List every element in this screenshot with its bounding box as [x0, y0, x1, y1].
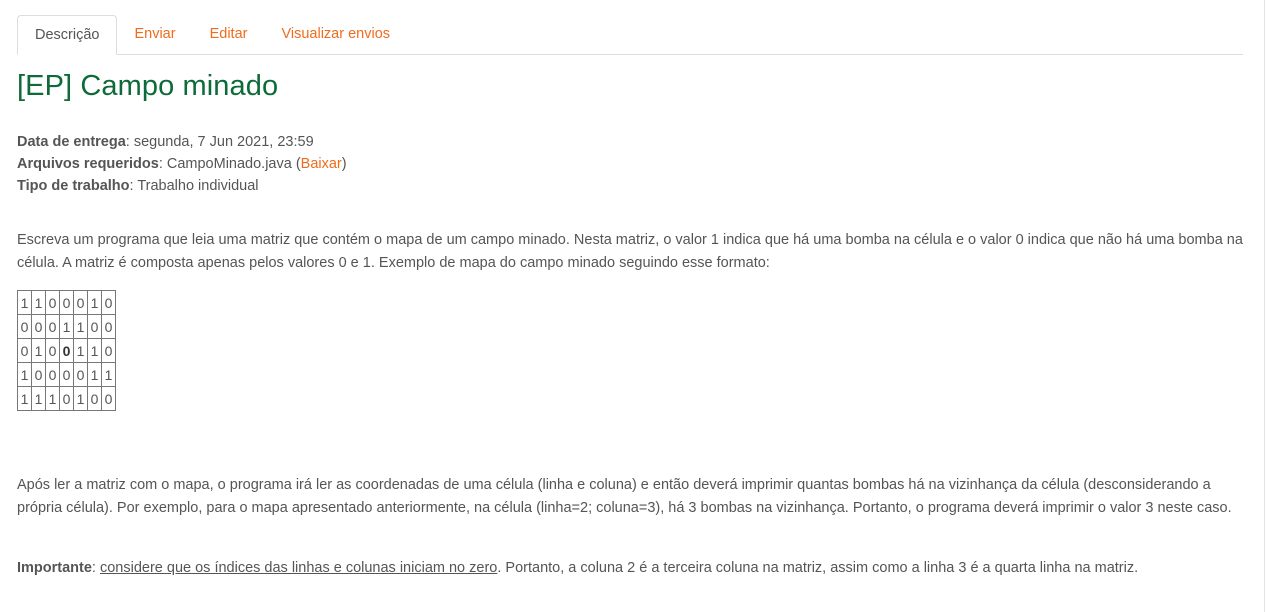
matrix-cell: 0	[17, 314, 32, 339]
due-date-label: Data de entrega	[17, 134, 126, 150]
matrix-cell: 0	[17, 338, 32, 363]
matrix-cell: 0	[45, 314, 60, 339]
matrix-cell: 1	[17, 386, 32, 411]
matrix-row: 1110100	[17, 386, 116, 411]
important-label: Importante	[17, 560, 92, 576]
tab-visualizar-envios[interactable]: Visualizar envios	[264, 15, 407, 54]
matrix-cell: 1	[31, 386, 46, 411]
instructions-paragraph: Após ler a matriz com o mapa, o programa…	[17, 477, 1232, 516]
important-separator: :	[91, 560, 100, 576]
due-date-row: Data de entrega: segunda, 7 Jun 2021, 23…	[17, 131, 347, 153]
matrix-cell: 1	[73, 386, 88, 411]
matrix-cell: 1	[73, 314, 88, 339]
matrix-cell: 0	[101, 314, 116, 339]
matrix-cell: 0	[73, 362, 88, 387]
tab-editar[interactable]: Editar	[193, 15, 265, 54]
matrix-cell: 1	[101, 362, 116, 387]
matrix-cell: 1	[87, 338, 102, 363]
matrix-cell: 0	[59, 290, 74, 315]
required-files-value: : CampoMinado.java (	[158, 156, 301, 172]
matrix-cell: 0	[45, 338, 60, 363]
matrix-cell: 0	[101, 290, 116, 315]
matrix-cell: 1	[87, 290, 102, 315]
download-link[interactable]: Baixar	[301, 156, 342, 172]
important-underlined-text: considere que os índices das linhas e co…	[99, 560, 498, 576]
matrix-cell: 1	[31, 338, 46, 363]
matrix-cell: 1	[17, 362, 32, 387]
tab-enviar[interactable]: Enviar	[117, 15, 192, 54]
matrix-cell: 0	[59, 362, 74, 387]
matrix-cell: 0	[45, 290, 60, 315]
required-files-close: )	[341, 156, 347, 172]
right-divider	[1264, 0, 1265, 612]
matrix-row: 0001100	[17, 314, 116, 339]
matrix-cell: 0	[31, 362, 46, 387]
matrix-cell: 0	[31, 314, 46, 339]
matrix-cell: 1	[59, 314, 74, 339]
assignment-page: Descrição Enviar Editar Visualizar envio…	[0, 0, 1269, 612]
matrix-cell: 0	[45, 362, 60, 387]
tab-bar: Descrição Enviar Editar Visualizar envio…	[17, 15, 1243, 55]
assignment-meta: Data de entrega: segunda, 7 Jun 2021, 23…	[17, 131, 347, 197]
matrix-cell: 0	[87, 386, 102, 411]
matrix-cell: 1	[31, 290, 46, 315]
matrix-cell: 1	[17, 290, 32, 315]
work-type-row: Tipo de trabalho: Trabalho individual	[17, 175, 347, 197]
matrix-cell: 0	[101, 386, 116, 411]
page-title: [EP] Campo minado	[17, 70, 279, 102]
work-type-label: Tipo de trabalho	[17, 178, 130, 194]
matrix-cell: 0	[101, 338, 116, 363]
work-type-value: : Trabalho individual	[129, 178, 259, 194]
matrix-cell: 1	[45, 386, 60, 411]
important-note: Importante: considere que os índices das…	[17, 557, 1243, 580]
matrix-cell: 0	[59, 386, 74, 411]
required-files-row: Arquivos requeridos: CampoMinado.java (B…	[17, 153, 347, 175]
description-paragraph: Escreva um programa que leia uma matriz …	[17, 232, 1243, 271]
matrix-row: 1000011	[17, 362, 116, 387]
matrix-cell: 0	[59, 338, 74, 363]
matrix-row: 0100110	[17, 338, 116, 363]
important-rest-text: . Portanto, a coluna 2 é a terceira colu…	[497, 560, 1139, 576]
matrix-cell: 0	[87, 314, 102, 339]
matrix-cell: 0	[73, 290, 88, 315]
minefield-matrix: 11000100001100010011010000111110100	[17, 290, 116, 411]
matrix-cell: 1	[73, 338, 88, 363]
required-files-label: Arquivos requeridos	[17, 156, 159, 172]
matrix-cell: 1	[87, 362, 102, 387]
due-date-value: : segunda, 7 Jun 2021, 23:59	[125, 134, 314, 150]
tab-descricao[interactable]: Descrição	[17, 15, 118, 55]
matrix-row: 1100010	[17, 290, 116, 315]
